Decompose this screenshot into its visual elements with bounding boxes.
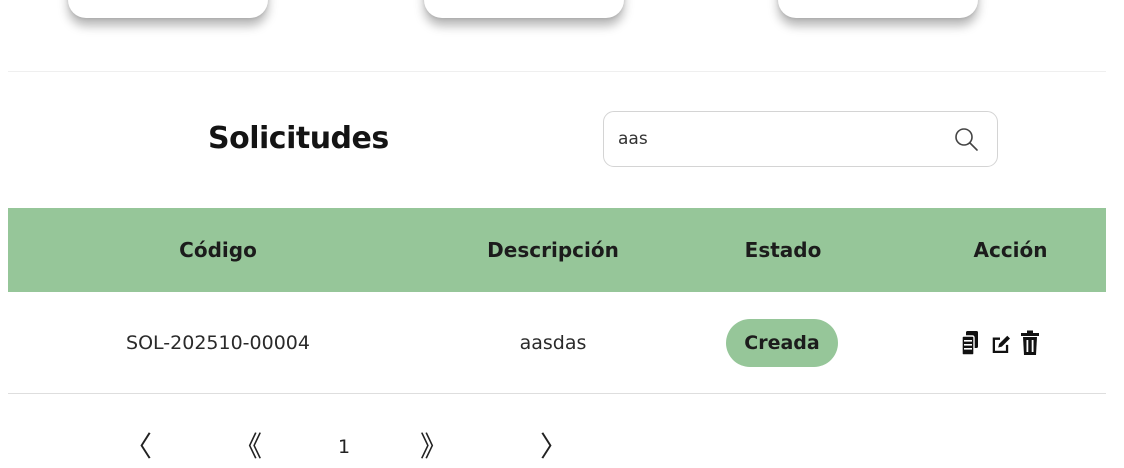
pagination-last-button[interactable]: 》 [414,427,454,467]
search-input[interactable] [618,124,938,154]
copy-icon[interactable] [960,330,980,356]
column-header-descripcion[interactable]: Descripción [398,208,708,292]
pagination-prev-button[interactable]: 〈 [120,427,156,467]
pagination-page-1[interactable]: 1 [332,427,356,467]
trash-icon[interactable] [1020,330,1040,356]
table-header: Código Descripción Estado Acción [8,208,1106,292]
search-icon[interactable] [953,126,979,152]
column-header-codigo[interactable]: Código [68,208,368,292]
row-actions [960,330,1040,356]
top-card-2[interactable] [424,0,624,18]
cell-descripcion: aasdas [519,332,587,354]
top-card-3[interactable] [778,0,978,18]
pagination-next-button[interactable]: 〉 [536,427,572,467]
edit-icon[interactable] [990,330,1010,356]
cell-codigo: SOL-202510-00004 [126,332,310,354]
pagination-first-button[interactable]: 《 [228,427,268,467]
column-header-estado[interactable]: Estado [668,208,898,292]
top-card-1[interactable] [68,0,268,18]
page-title: Solicitudes [208,121,389,156]
column-header-accion[interactable]: Acción [903,208,1118,292]
status-badge: Creada [726,319,838,367]
section-divider [8,71,1106,72]
search-field[interactable] [603,111,998,167]
table-row: SOL-202510-00004 aasdas Creada [8,292,1106,394]
